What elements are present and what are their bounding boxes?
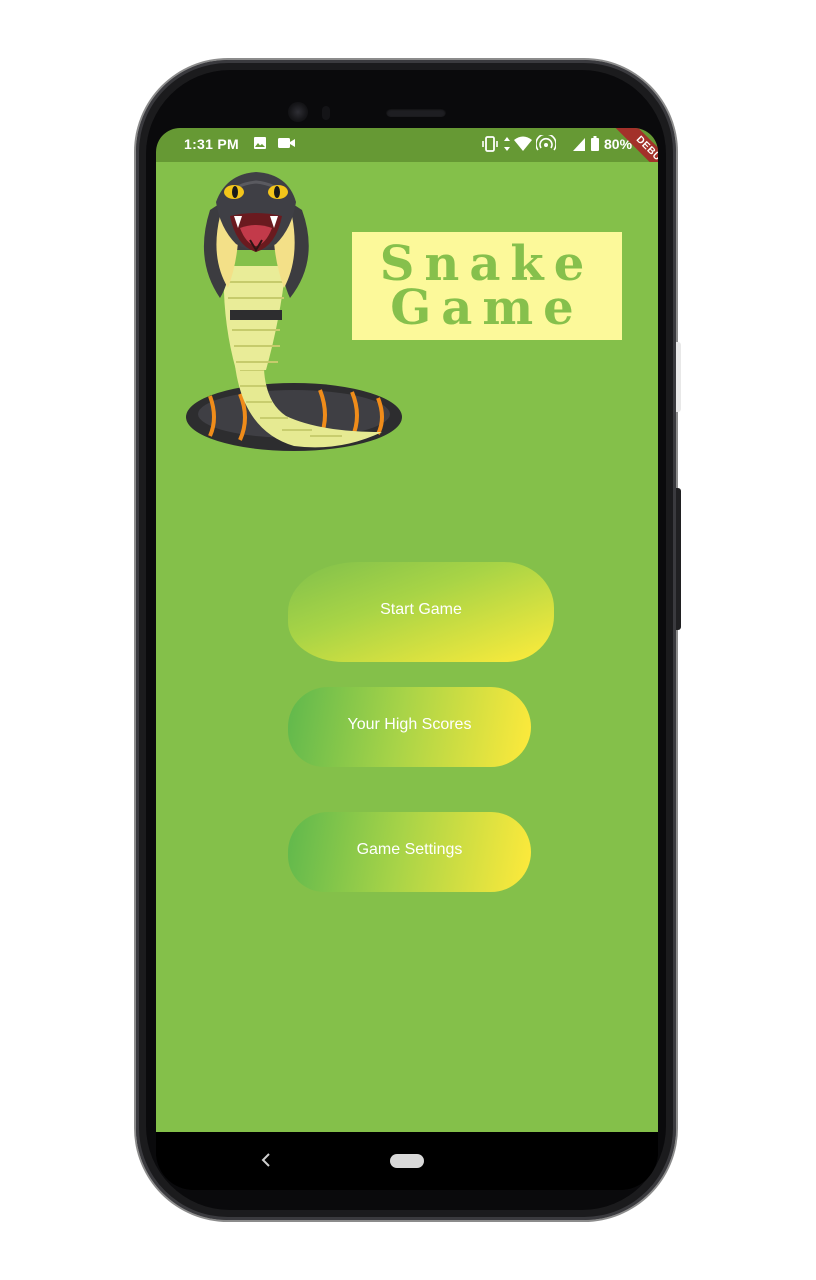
- game-settings-label: Game Settings: [356, 841, 463, 858]
- battery-icon: [590, 135, 600, 156]
- game-title-box: Snake Game: [352, 232, 622, 340]
- start-game-label: Start Game: [380, 601, 462, 618]
- home-pill-icon[interactable]: [390, 1154, 424, 1168]
- back-chevron-icon[interactable]: [258, 1150, 274, 1170]
- wifi-icon: [513, 135, 533, 156]
- home-screen: Snake Game Start Game Your High Scores G…: [156, 162, 658, 1132]
- status-time: 1:31 PM: [184, 136, 240, 152]
- sensor-icon: [322, 106, 330, 120]
- power-button[interactable]: [676, 488, 681, 630]
- game-settings-button[interactable]: Game Settings: [288, 812, 531, 892]
- status-bar: 1:31 PM 80% DEBUG: [156, 128, 658, 197]
- start-game-button[interactable]: Start Game: [288, 562, 554, 662]
- front-camera-icon: [288, 102, 308, 122]
- data-arrows-icon: [502, 135, 512, 156]
- volume-button[interactable]: [676, 342, 681, 412]
- screen: 1:31 PM 80% DEBUG Snake Game Start Game …: [156, 128, 658, 1190]
- signal-icon: [571, 135, 587, 156]
- video-icon: [277, 136, 297, 153]
- title-line-game: Game: [390, 280, 584, 336]
- image-icon: [253, 136, 267, 153]
- navigation-bar: [156, 1132, 658, 1190]
- hotspot-icon: [535, 133, 557, 156]
- earpiece-speaker: [386, 108, 446, 117]
- high-scores-button[interactable]: Your High Scores: [288, 687, 531, 767]
- high-scores-label: Your High Scores: [347, 716, 472, 733]
- vibrate-icon: [481, 135, 499, 156]
